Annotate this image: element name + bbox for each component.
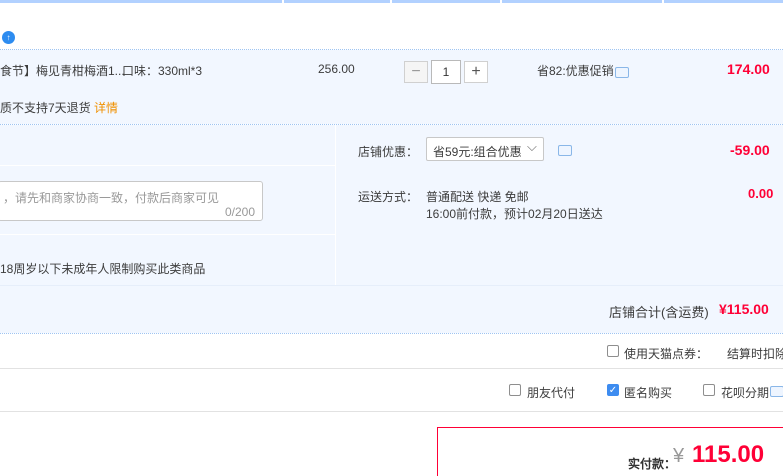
left-panel-divider — [0, 165, 336, 166]
quantity-input[interactable]: 1 — [431, 60, 461, 84]
anonymous-checkbox[interactable]: ✓ — [607, 384, 619, 396]
discount-message-icon[interactable] — [558, 145, 572, 156]
shipping-method: 普通配送 快递 免邮 — [426, 190, 529, 204]
friend-pay-checkbox[interactable] — [509, 384, 521, 396]
shop-badge-icon: ↑ — [2, 31, 15, 44]
shipping-eta: 16:00前付款，预计02月20日送达 — [426, 207, 603, 221]
return-notice-text: 质不支持7天退货 — [0, 101, 91, 115]
divider — [0, 368, 783, 369]
header-separator — [390, 0, 392, 3]
chevron-down-icon: ⌵ — [527, 139, 537, 154]
huabei-label: 花呗分期 — [721, 386, 770, 400]
pay-currency: ¥ — [673, 445, 685, 467]
tmall-coupon-label: 使用天猫点券： — [624, 347, 709, 361]
left-panel-divider — [0, 234, 336, 235]
pay-label: 实付款： — [628, 457, 677, 471]
shop-total-label: 店铺合计(含运费) — [609, 305, 709, 320]
tmall-coupon-status: 结算时扣除 — [727, 347, 783, 361]
message-counter: 0/200 — [224, 205, 255, 219]
unit-price: 256.00 — [318, 62, 355, 76]
shop-discount-amount: -59.00 — [730, 142, 770, 158]
tmall-coupon-checkbox[interactable] — [607, 345, 619, 357]
anonymous-label: 匿名购买 — [624, 386, 673, 400]
details-link[interactable]: 详情 — [94, 101, 118, 115]
divider — [0, 285, 783, 286]
header-separator — [500, 0, 502, 3]
divider — [0, 411, 783, 412]
quantity-increase-button[interactable]: + — [464, 61, 488, 83]
huabei-message-icon[interactable] — [770, 386, 783, 397]
friend-pay-label: 朋友代付 — [527, 386, 576, 400]
shipping-label: 运送方式： — [358, 190, 419, 204]
shop-discount-label: 店铺优惠： — [358, 145, 419, 159]
promo-message-icon[interactable] — [615, 67, 629, 78]
shop-total-value: ¥115.00 — [719, 301, 769, 317]
return-notice: 质不支持7天退货 详情 — [0, 99, 118, 116]
divider — [0, 333, 783, 334]
shop-discount-value: 省59元:组合优惠 — [433, 145, 522, 159]
pay-amount: 115.00 — [692, 441, 765, 468]
header-separator — [662, 0, 664, 3]
quantity-decrease-button[interactable]: − — [404, 61, 428, 83]
panel-vertical-divider — [335, 125, 336, 286]
item-subtotal: 174.00 — [727, 61, 770, 77]
item-flavor: 口味：330ml*3 — [122, 64, 203, 78]
buyer-message-field[interactable]: ，请先和商家协商一致，付款后商家可见 0/200 — [0, 181, 263, 221]
huabei-checkbox[interactable] — [703, 384, 715, 396]
item-title[interactable]: 食节】梅见青柑梅酒1... — [0, 62, 125, 79]
header-separator — [282, 0, 284, 3]
buyer-message-placeholder: ，请先和商家协商一致，付款后商家可见 — [3, 191, 220, 205]
promo-text: 省82:优惠促销 — [537, 64, 614, 78]
age-notice: 18周岁以下未成年人限制购买此类商品 — [0, 262, 206, 276]
shop-discount-select[interactable]: 省59元:组合优惠 ⌵ — [426, 137, 544, 161]
shipping-fee: 0.00 — [748, 186, 774, 201]
